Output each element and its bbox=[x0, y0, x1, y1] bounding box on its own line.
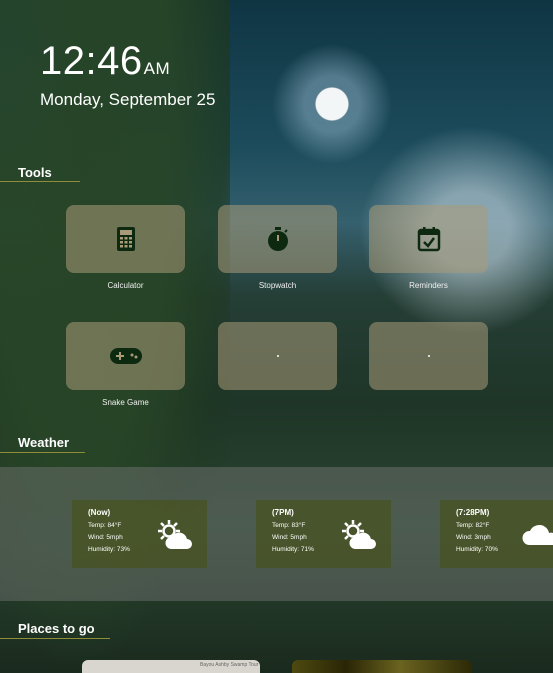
weather-card: (Now) Temp: 84°F Wind: 5mph Humidity: 73… bbox=[72, 500, 207, 568]
weather-heading-underline bbox=[0, 452, 85, 453]
places-heading: Places to go bbox=[18, 621, 95, 636]
calculator-tile[interactable] bbox=[66, 205, 185, 273]
stopwatch-icon bbox=[267, 227, 288, 251]
forecast-time: (7:28PM) bbox=[456, 508, 490, 517]
calculator-icon bbox=[116, 227, 135, 251]
gamepad-icon bbox=[109, 348, 142, 364]
placeholder-dot bbox=[276, 355, 279, 357]
tools-heading: Tools bbox=[18, 165, 52, 180]
empty-tool-tile[interactable] bbox=[369, 322, 488, 390]
places-heading-underline bbox=[0, 638, 110, 639]
snake-game-tile[interactable] bbox=[66, 322, 185, 390]
clock-widget: 12:46AM Monday, September 25 bbox=[40, 38, 215, 110]
forecast-time: (Now) bbox=[88, 508, 111, 517]
snake-game-label: Snake Game bbox=[102, 398, 149, 407]
clock-ampm: AM bbox=[143, 59, 171, 78]
reminders-tile[interactable] bbox=[369, 205, 488, 273]
place-map-card[interactable]: Bayou Ashby Swamp Tour bbox=[82, 660, 260, 673]
placeholder-dot bbox=[427, 355, 430, 357]
weather-heading: Weather bbox=[18, 435, 70, 450]
partly-cloudy-icon bbox=[158, 520, 192, 549]
weather-card: (7PM) Temp: 83°F Wind: 5mph Humidity: 71… bbox=[256, 500, 391, 568]
clock-date: Monday, September 25 bbox=[40, 90, 216, 109]
map-caption: Bayou Ashby Swamp Tour bbox=[200, 662, 259, 668]
forecast-time: (7PM) bbox=[272, 508, 294, 517]
stopwatch-tile[interactable] bbox=[218, 205, 337, 273]
clock-time: 12:46AM bbox=[40, 39, 171, 83]
tools-heading-underline bbox=[0, 181, 80, 182]
cloud-icon bbox=[522, 524, 553, 545]
place-photo-card[interactable] bbox=[292, 660, 472, 673]
empty-tool-tile[interactable] bbox=[218, 322, 337, 390]
calculator-label: Calculator bbox=[107, 281, 144, 290]
reminders-label: Reminders bbox=[409, 281, 448, 290]
calendar-check-icon bbox=[417, 227, 440, 252]
weather-card: (7:28PM) Temp: 82°F Wind: 3mph Humidity:… bbox=[440, 500, 553, 568]
partly-cloudy-icon bbox=[342, 520, 376, 549]
stopwatch-label: Stopwatch bbox=[258, 281, 297, 290]
